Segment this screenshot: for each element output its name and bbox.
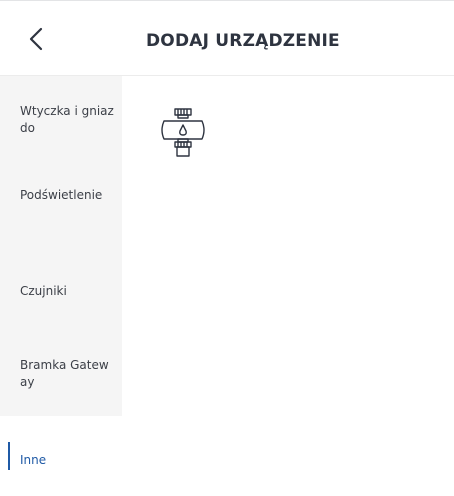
sidebar-item-label: Wtyczka i gniazdo bbox=[20, 104, 114, 135]
sidebar-item-label: Inne bbox=[20, 453, 47, 467]
device-list bbox=[122, 76, 454, 496]
sidebar-item-label: Bramka Gateway bbox=[20, 358, 109, 389]
sidebar-item-gateway[interactable]: Bramka Gateway bbox=[0, 357, 122, 391]
add-device-screen: DODAJ URZĄDZENIE Wtyczka i gniazdo Podśw… bbox=[0, 0, 454, 496]
back-button[interactable] bbox=[20, 23, 52, 55]
chevron-left-icon bbox=[29, 27, 43, 51]
sidebar-item-sensors[interactable]: Czujniki bbox=[0, 283, 122, 300]
device-tile-water-valve[interactable] bbox=[156, 106, 212, 168]
sidebar-item-label: Podświetlenie bbox=[20, 188, 103, 202]
sidebar-item-other[interactable]: Inne bbox=[0, 452, 122, 469]
page-title: DODAJ URZĄDZENIE bbox=[146, 31, 340, 51]
category-sidebar: Wtyczka i gniazdo Podświetlenie Czujniki… bbox=[0, 76, 122, 496]
header: DODAJ URZĄDZENIE bbox=[0, 1, 454, 76]
water-valve-icon bbox=[156, 106, 212, 168]
sidebar-item-plug-and-socket[interactable]: Wtyczka i gniazdo bbox=[0, 103, 122, 137]
sidebar-item-label: Czujniki bbox=[20, 284, 67, 298]
sidebar-item-lighting[interactable]: Podświetlenie bbox=[0, 187, 122, 204]
